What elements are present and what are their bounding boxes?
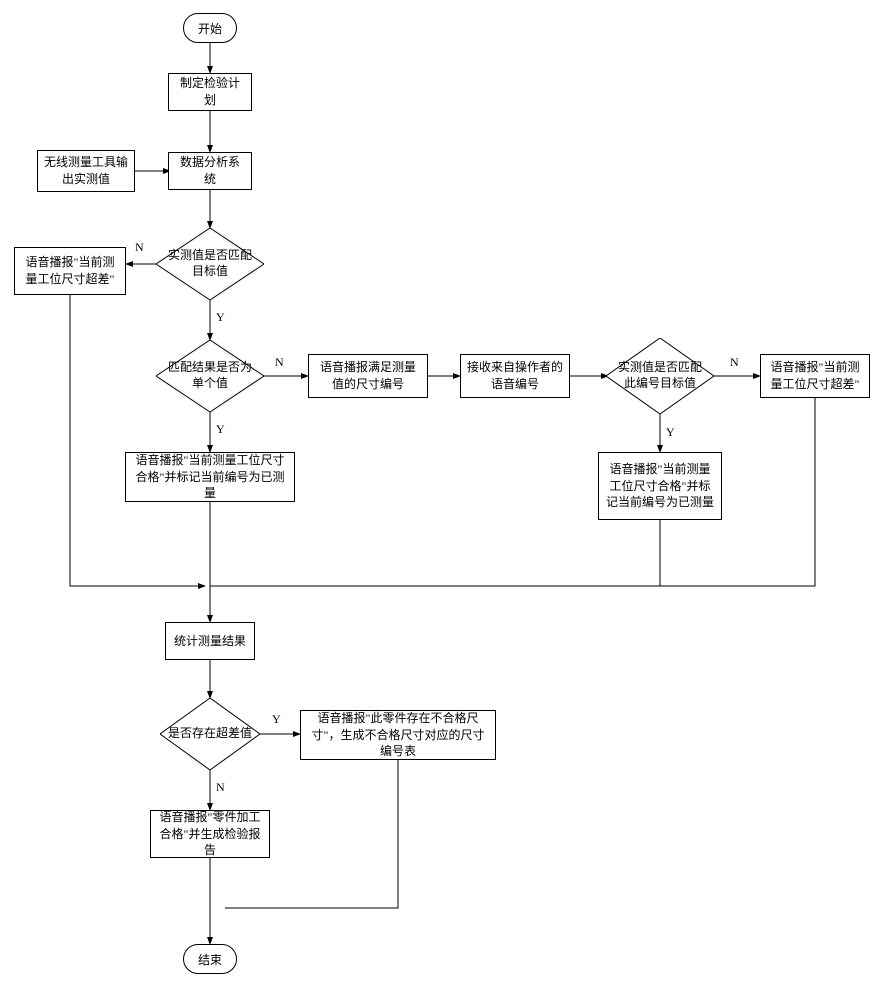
oversize-voice-left-label: 语音播报"当前测量工位尺寸超差" — [21, 254, 119, 288]
start-label: 开始 — [198, 20, 222, 37]
match-number-decision: 实测值是否匹配此编号目标值 — [606, 338, 714, 414]
single-value-label: 匹配结果是否为单个值 — [156, 360, 264, 391]
voice-report-number-label: 语音播报满足测量值的尺寸编号 — [315, 359, 421, 393]
wireless-tool-box: 无线测量工具输出实测值 — [37, 150, 135, 192]
oversize-voice-right-label: 语音播报"当前测量工位尺寸超差" — [767, 359, 863, 393]
oversize-voice-left-box: 语音播报"当前测量工位尺寸超差" — [14, 247, 126, 295]
oversize-exists-label: 是否存在超差值 — [160, 726, 260, 742]
qualified-mark-left-label: 语音播报"当前测量工位尺寸合格"并标记当前编号为已测量 — [132, 452, 288, 502]
d2-n-label: N — [275, 355, 284, 370]
oversize-exists-decision: 是否存在超差值 — [160, 698, 260, 770]
qualified-mark-right-label: 语音播报"当前测量工位尺寸合格"并标记当前编号为已测量 — [605, 461, 715, 511]
single-value-decision: 匹配结果是否为单个值 — [156, 340, 264, 412]
end-terminator: 结束 — [183, 944, 237, 974]
qualified-mark-left-box: 语音播报"当前测量工位尺寸合格"并标记当前编号为已测量 — [125, 452, 295, 502]
inspection-plan-label: 制定检验计划 — [175, 75, 245, 109]
qualified-report-label: 语音播报"零件加工合格"并生成检验报告 — [157, 809, 263, 859]
d1-y-label: Y — [216, 310, 225, 325]
oversize-voice-right-box: 语音播报"当前测量工位尺寸超差" — [760, 354, 870, 398]
match-target-label: 实测值是否匹配目标值 — [156, 248, 264, 279]
d1-n-label: N — [135, 240, 144, 255]
data-analysis-label: 数据分析系统 — [175, 154, 245, 188]
start-terminator: 开始 — [183, 13, 237, 43]
d2-y-label: Y — [216, 422, 225, 437]
d4-y-label: Y — [272, 712, 281, 727]
qualified-mark-right-box: 语音播报"当前测量工位尺寸合格"并标记当前编号为已测量 — [598, 452, 722, 520]
stat-result-box: 统计测量结果 — [165, 622, 255, 660]
data-analysis-box: 数据分析系统 — [168, 152, 252, 190]
d3-y-label: Y — [666, 425, 675, 440]
match-number-label: 实测值是否匹配此编号目标值 — [606, 360, 714, 391]
unqualified-report-box: 语音播报"此零件存在不合格尺寸"，生成不合格尺寸对应的尺寸编号表 — [300, 710, 496, 760]
end-label: 结束 — [198, 951, 222, 968]
match-target-decision: 实测值是否匹配目标值 — [156, 228, 264, 300]
receive-voice-label: 接收来自操作者的语音编号 — [467, 359, 563, 393]
d3-n-label: N — [730, 355, 739, 370]
qualified-report-box: 语音播报"零件加工合格"并生成检验报告 — [150, 810, 270, 858]
flowchart-canvas: 开始 结束 制定检验计划 无线测量工具输出实测值 数据分析系统 语音播报"当前测… — [0, 0, 878, 1000]
inspection-plan-box: 制定检验计划 — [168, 73, 252, 111]
receive-voice-box: 接收来自操作者的语音编号 — [460, 354, 570, 398]
d4-n-label: N — [216, 780, 225, 795]
stat-result-label: 统计测量结果 — [174, 633, 246, 650]
wireless-tool-label: 无线测量工具输出实测值 — [44, 154, 128, 188]
voice-report-number-box: 语音播报满足测量值的尺寸编号 — [308, 354, 428, 398]
unqualified-report-label: 语音播报"此零件存在不合格尺寸"，生成不合格尺寸对应的尺寸编号表 — [307, 710, 489, 760]
